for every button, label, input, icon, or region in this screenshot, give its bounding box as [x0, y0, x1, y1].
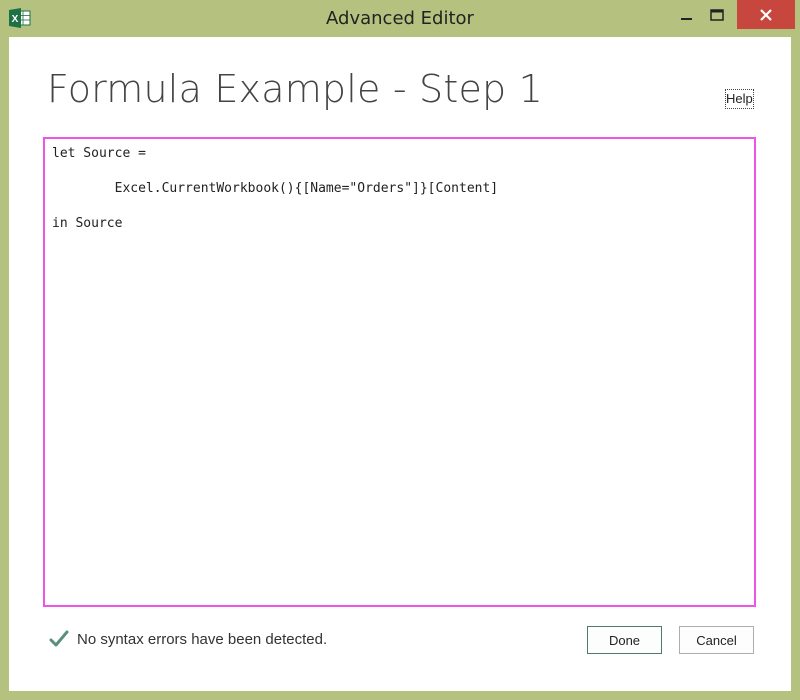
title-bar[interactable]: X Advanced Editor [0, 0, 800, 37]
advanced-editor-window: X Advanced Editor Formula Example - Step… [0, 0, 800, 700]
formula-editor[interactable]: let Source = Excel.CurrentWorkbook(){[Na… [43, 137, 756, 607]
code-line-3: in Source [52, 216, 123, 231]
close-button[interactable] [737, 0, 795, 29]
minimize-icon [681, 18, 692, 20]
check-icon [49, 630, 69, 647]
editor-client-area: Formula Example - Step 1 Help let Source… [9, 37, 791, 691]
status-text: No syntax errors have been detected. [77, 630, 328, 648]
help-link[interactable]: Help [725, 89, 754, 109]
syntax-status: No syntax errors have been detected. [49, 630, 327, 648]
cancel-button[interactable]: Cancel [679, 626, 754, 654]
maximize-button[interactable] [702, 0, 732, 30]
maximize-icon [710, 9, 724, 21]
page-title: Formula Example - Step 1 [47, 67, 544, 111]
done-button[interactable]: Done [587, 626, 662, 654]
minimize-button[interactable] [672, 0, 702, 30]
code-line-1: let Source = [52, 146, 146, 161]
close-icon [760, 8, 772, 21]
code-line-2: Excel.CurrentWorkbook(){[Name="Orders"]}… [52, 181, 499, 196]
